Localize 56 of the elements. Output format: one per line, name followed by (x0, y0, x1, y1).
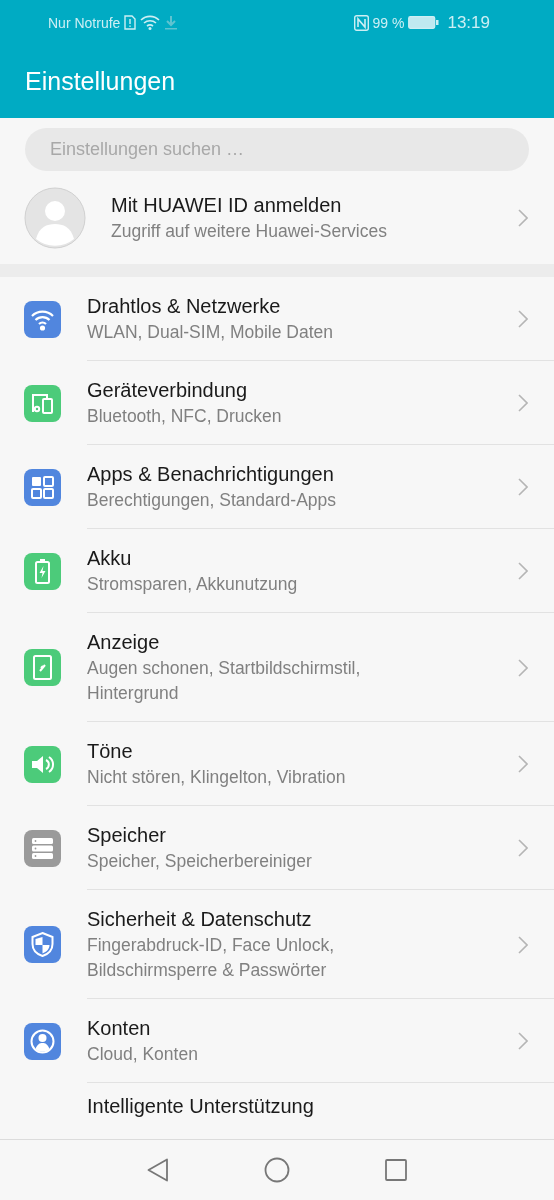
search-field[interactable]: Einstellungen suchen … (25, 128, 529, 171)
settings-item[interactable]: Anzeige Augen schonen, Startbildschirmstil, Hintergrund (0, 613, 554, 722)
chevron-icon (518, 562, 528, 580)
chevron-icon (518, 755, 528, 773)
item-title: Akku (87, 546, 133, 571)
item-title: Geräteverbindung (87, 378, 249, 403)
item-title: Anzeige (87, 630, 161, 655)
item-title: Speicher (87, 823, 167, 848)
home-icon[interactable] (264, 1157, 290, 1183)
carrier-text: Nur Notrufe (48, 14, 121, 31)
settings-item[interactable]: Konten Cloud, Konten (0, 999, 554, 1083)
download-icon (164, 15, 179, 30)
account-row[interactable]: Mit HUAWEI ID anmelden Zugriff auf weitere Huawei-Services (0, 171, 554, 264)
item-subtitle: Bluetooth, NFC, Drucken (87, 405, 283, 428)
nfc-icon (353, 14, 369, 31)
item-title: Apps & Benachrichtigungen (87, 462, 335, 487)
chevron-icon (518, 310, 528, 328)
item-subtitle: Speicher, Speicherbereiniger (87, 850, 313, 873)
wifi-icon (140, 15, 161, 30)
item-subtitle: Cloud, Konten (87, 1043, 199, 1066)
settings-item[interactable]: Drahtlos & Netzwerke WLAN, Dual-SIM, Mobile Daten (0, 277, 554, 361)
item-title: Intelligente Unterstützung (87, 1094, 315, 1119)
settings-item[interactable]: Speicher Speicher, Speicherbereiniger (0, 806, 554, 890)
settings-item[interactable]: Töne Nicht stören, Klingelton, Vibration (0, 722, 554, 806)
settings-item[interactable]: Sicherheit & Datenschutz Fingerabdruck-ID, Face Unlock, Bildschirmsperre & Passwörter (0, 890, 554, 999)
settings-item[interactable]: Apps & Benachrichtigungen Berechtigungen, Standard-Apps (0, 445, 554, 529)
item-subtitle: WLAN, Dual-SIM, Mobile Daten (87, 321, 335, 344)
item-title: Drahtlos & Netzwerke (87, 294, 282, 319)
avatar-icon (24, 186, 86, 249)
account-title: Mit HUAWEI ID anmelden (111, 192, 343, 218)
battery-percentage: 99 % (372, 14, 405, 31)
chevron-icon (518, 208, 528, 227)
chevron-icon (518, 478, 528, 496)
sim-alert-icon (124, 15, 137, 30)
account-subtitle: Zugriff auf weitere Huawei-Services (111, 219, 388, 243)
recents-icon[interactable] (385, 1159, 407, 1181)
chevron-icon (518, 935, 528, 954)
chevron-icon (518, 658, 528, 677)
page-title: Einstellungen (25, 67, 176, 96)
chevron-icon (518, 394, 528, 412)
item-subtitle: Nicht stören, Klingelton, Vibration (87, 766, 347, 789)
item-title: Konten (87, 1016, 152, 1041)
item-subtitle: Augen schonen, Startbildschirmstil, Hintergrund (87, 657, 362, 705)
item-subtitle: Stromsparen, Akkunutzung (87, 573, 299, 596)
battery-icon (408, 16, 440, 29)
settings-item[interactable]: Akku Stromsparen, Akkunutzung (0, 529, 554, 613)
settings-item[interactable]: Geräteverbindung Bluetooth, NFC, Drucken (0, 361, 554, 445)
chevron-icon (518, 1032, 528, 1050)
item-title: Töne (87, 739, 134, 764)
item-title: Sicherheit & Datenschutz (87, 907, 313, 932)
chevron-icon (518, 839, 528, 857)
back-icon[interactable] (147, 1158, 169, 1182)
item-subtitle: Fingerabdruck-ID, Face Unlock, Bildschirmsperre & Passwörter (87, 934, 336, 982)
item-subtitle: Berechtigungen, Standard-Apps (87, 489, 338, 512)
clock: 13:19 (447, 12, 490, 33)
settings-item[interactable]: Intelligente Unterstützung (0, 1083, 554, 1122)
